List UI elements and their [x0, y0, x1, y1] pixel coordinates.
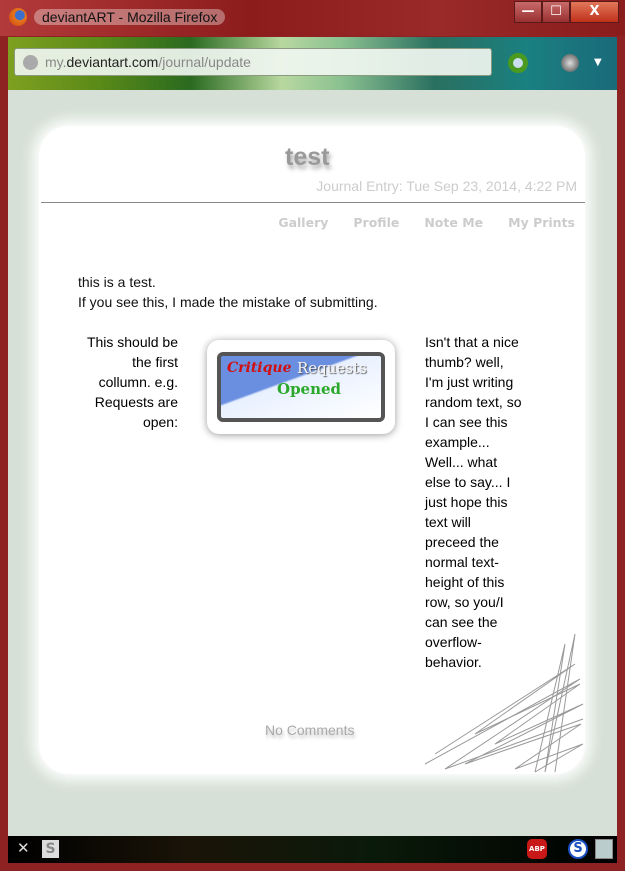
edit-image-icon[interactable] [595, 839, 613, 859]
firefox-icon [9, 8, 27, 26]
journal-title: test [285, 143, 330, 171]
journal-card: test Journal Entry: Tue Sep 23, 2014, 4:… [39, 126, 585, 774]
thumb-requests: Requests [297, 359, 367, 377]
url-domain: deviantart.com [66, 54, 159, 70]
close-button[interactable]: X [570, 1, 619, 23]
divider [41, 202, 585, 203]
thumb-opened: Opened [277, 380, 342, 398]
nav-profile[interactable]: Profile [353, 215, 399, 230]
column-right: Isn't that a nice thumb? well, I'm just … [425, 334, 522, 670]
window-title: deviantART - Mozilla Firefox [34, 9, 226, 25]
minimize-button[interactable]: — [514, 1, 542, 23]
status-bar: ✕ S ABP S [8, 836, 617, 863]
nav-gallery[interactable]: Gallery [278, 215, 328, 230]
intro-line: If you see this, I made the mistake of s… [78, 294, 378, 310]
adblock-plus-icon[interactable]: ABP [527, 839, 547, 859]
intro-line: this is a test. [78, 274, 156, 290]
nav-toolbar: my.deviantart.com/journal/update ▼ [8, 37, 617, 90]
thumb-critique: Critique [227, 360, 292, 376]
nav-note-me[interactable]: Note Me [424, 215, 483, 230]
menu-dropdown-icon[interactable]: ▼ [594, 53, 614, 73]
s-blue-icon[interactable]: S [568, 839, 588, 859]
address-bar[interactable]: my.deviantart.com/journal/update [14, 48, 492, 76]
url-path: /journal/update [158, 54, 251, 70]
s-addon-icon[interactable]: S [42, 840, 59, 858]
journal-date: Journal Entry: Tue Sep 23, 2014, 4:22 PM [316, 178, 577, 194]
page-content: test Journal Entry: Tue Sep 23, 2014, 4:… [8, 90, 617, 836]
decorative-scribble [424, 633, 584, 773]
bug-icon[interactable] [560, 53, 580, 73]
url-prefix: my. [45, 54, 67, 70]
globe-icon [23, 55, 38, 70]
no-comments-link[interactable]: No Comments [265, 722, 354, 738]
nav-my-prints[interactable]: My Prints [508, 215, 575, 230]
journal-nav: Gallery Profile Note Me My Prints [278, 215, 575, 230]
journal-intro: this is a test. If you see this, I made … [78, 272, 378, 312]
title-bar: deviantART - Mozilla Firefox — ☐ X [0, 0, 625, 36]
column-left: This should be the first collumn. e.g. R… [86, 334, 178, 430]
close-bar-icon[interactable]: ✕ [17, 839, 30, 857]
addon-ring-icon[interactable] [508, 53, 528, 73]
maximize-button[interactable]: ☐ [542, 1, 570, 23]
critique-thumb[interactable]: Critique Requests Opened [207, 340, 395, 434]
